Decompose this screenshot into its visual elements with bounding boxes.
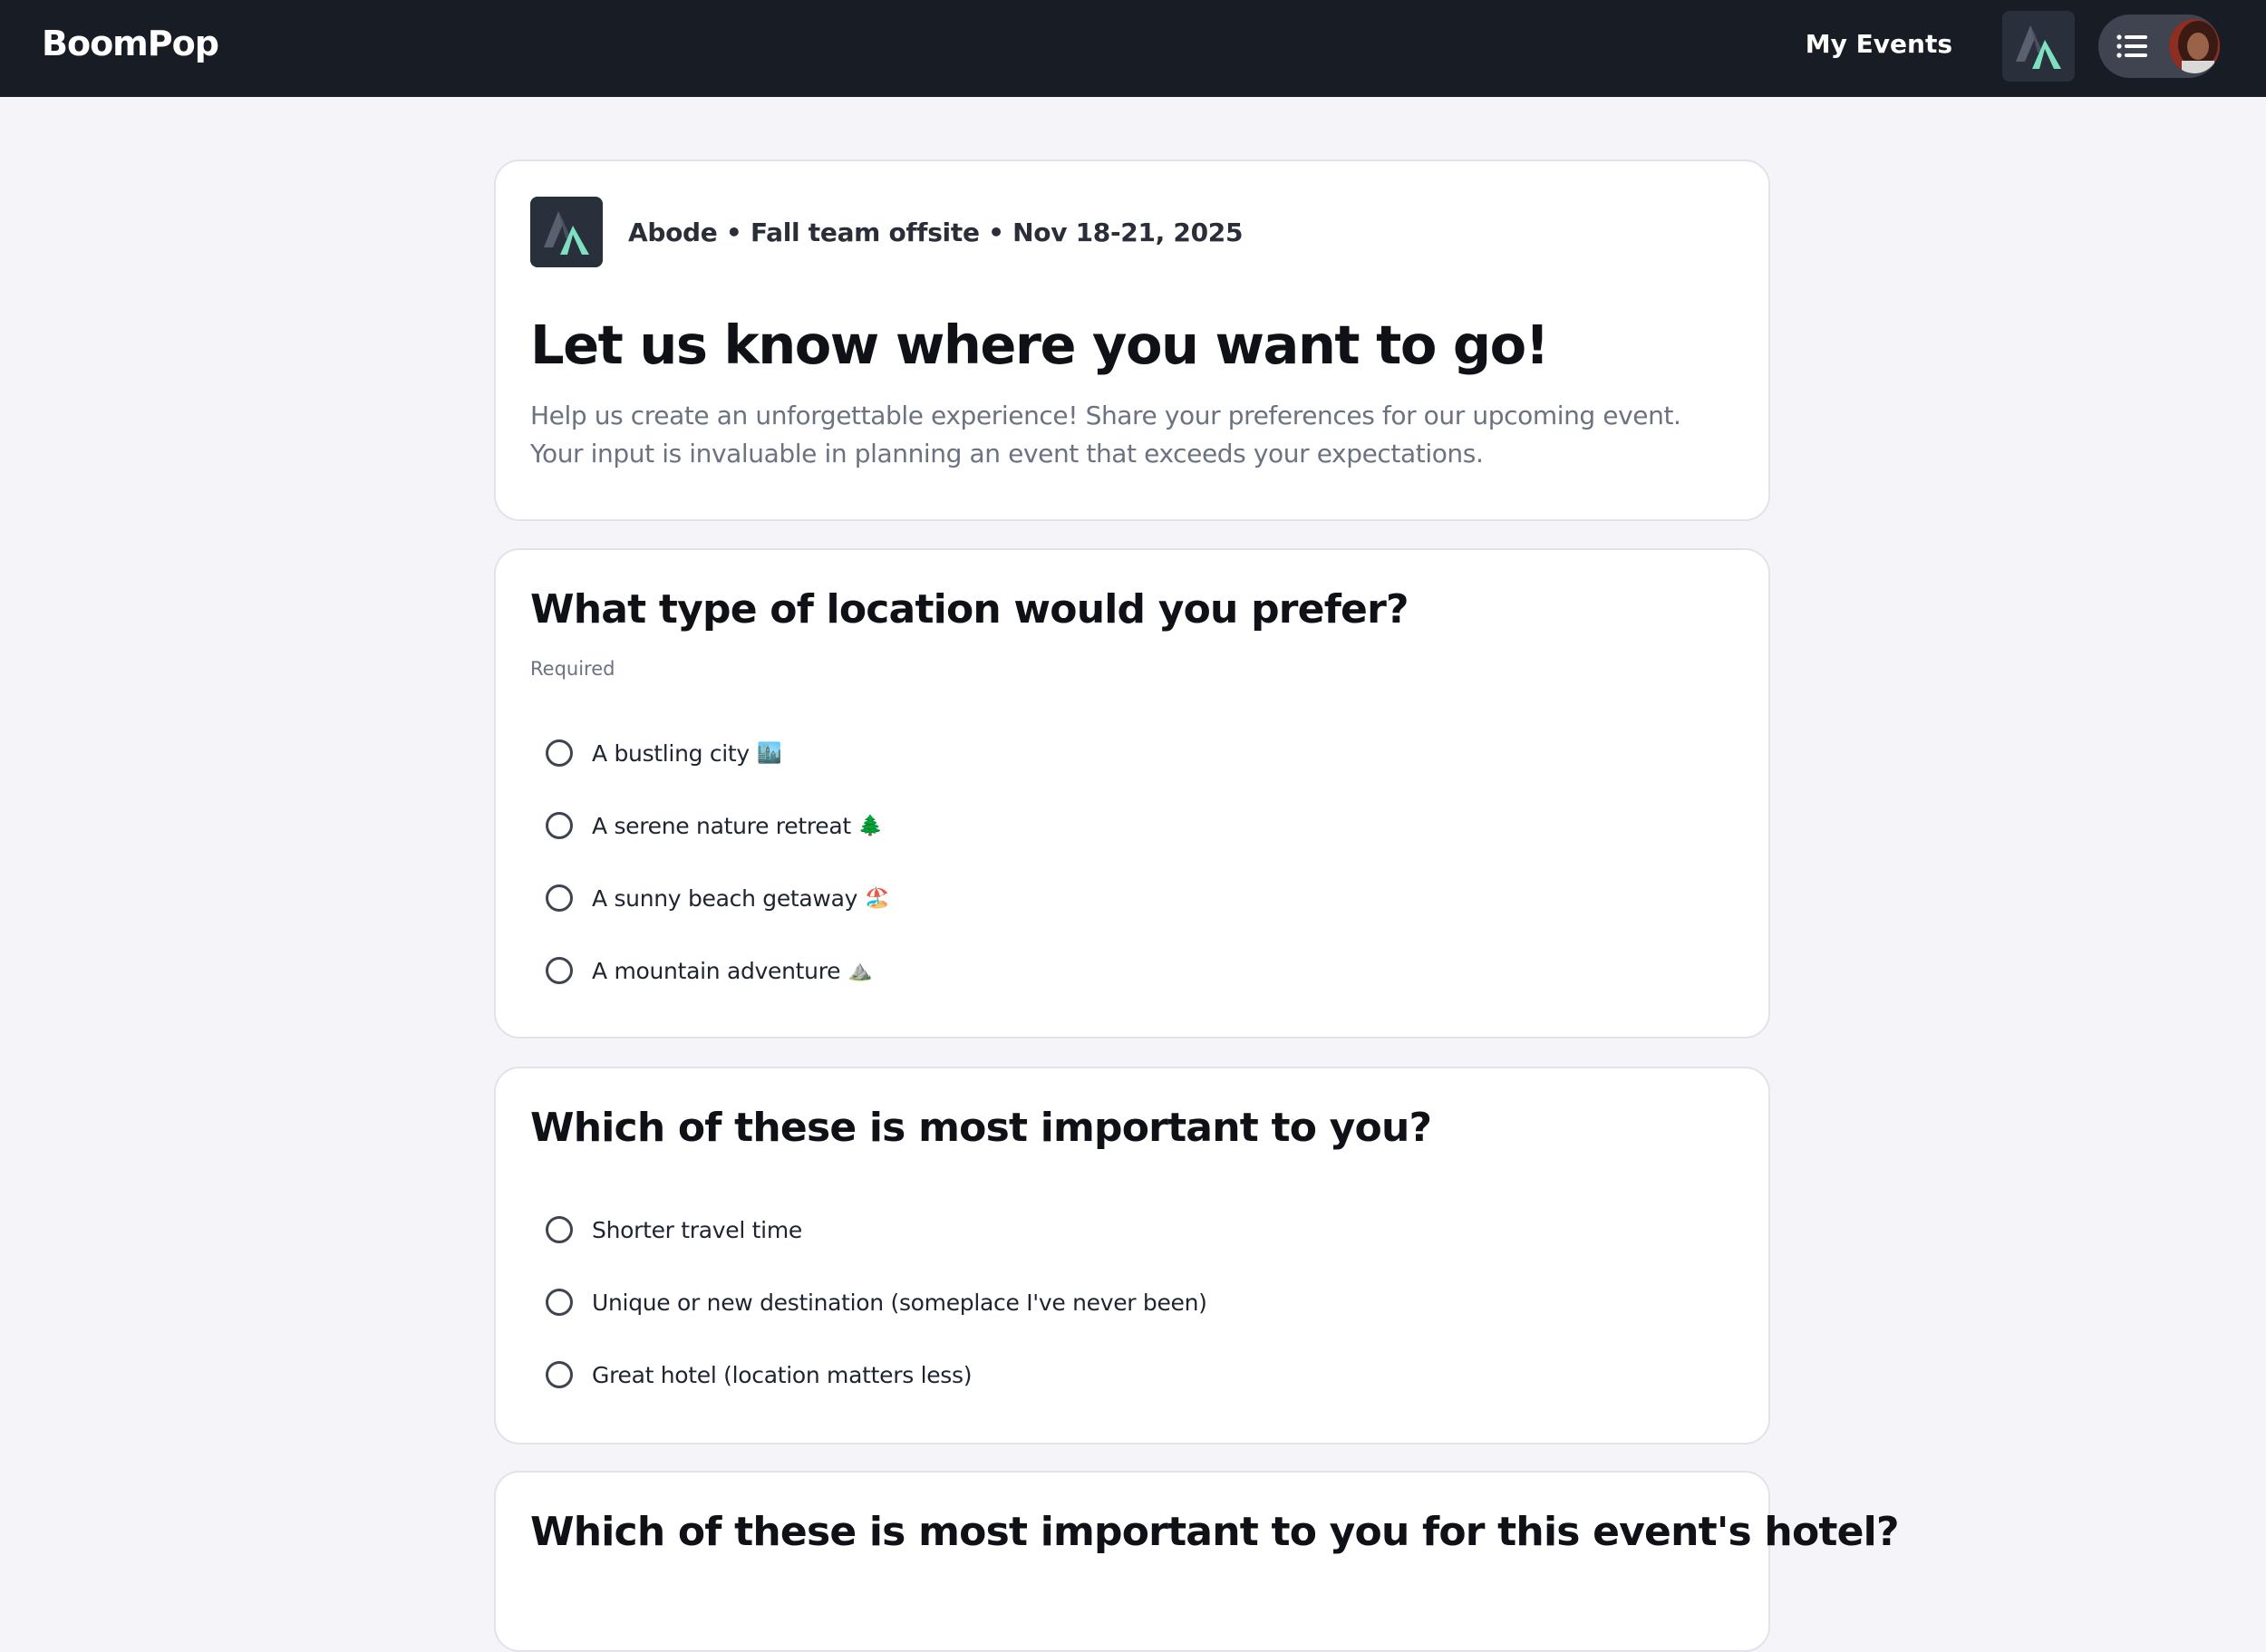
required-label: Required — [530, 658, 615, 680]
tree-icon: 🌲 — [857, 814, 884, 836]
brand-logo[interactable]: BoomPop — [42, 24, 219, 63]
option-bustling-city[interactable]: A bustling city 🏙️ — [546, 733, 781, 773]
option-unique-destination[interactable]: Unique or new destination (someplace I'v… — [546, 1282, 1207, 1322]
radio-button[interactable] — [546, 812, 573, 839]
top-navbar: BoomPop My Events — [0, 0, 2266, 97]
org-switcher-button[interactable] — [2002, 11, 2075, 82]
option-mountain-adventure[interactable]: A mountain adventure ⛰️ — [546, 951, 873, 990]
question-card-importance: Which of these is most important to you?… — [494, 1067, 1770, 1444]
option-label: Shorter travel time — [592, 1216, 802, 1243]
option-label: A sunny beach getaway — [592, 884, 858, 912]
intro-card: Abode • Fall team offsite • Nov 18-21, 2… — [494, 159, 1770, 521]
event-meta: Abode • Fall team offsite • Nov 18-21, 2… — [628, 217, 1244, 247]
abode-logo-icon — [2016, 25, 2061, 69]
radio-button[interactable] — [546, 1216, 573, 1243]
radio-button[interactable] — [546, 1289, 573, 1316]
radio-button[interactable] — [546, 739, 573, 767]
option-label: Great hotel (location matters less) — [592, 1361, 973, 1388]
beach-icon: 🏖️ — [865, 886, 890, 909]
user-avatar — [2169, 19, 2220, 73]
option-beach-getaway[interactable]: A sunny beach getaway 🏖️ — [546, 878, 890, 918]
option-label: A serene nature retreat — [592, 812, 851, 839]
option-great-hotel[interactable]: Great hotel (location matters less) — [546, 1355, 973, 1395]
option-label: Unique or new destination (someplace I'v… — [592, 1289, 1207, 1316]
user-menu-button[interactable] — [2098, 14, 2220, 78]
abode-logo-icon — [544, 211, 589, 255]
question-title: What type of location would you prefer? — [530, 586, 1409, 633]
radio-button[interactable] — [546, 884, 573, 912]
question-card-hotel-importance: Which of these is most important to you … — [494, 1471, 1899, 1652]
option-shorter-travel[interactable]: Shorter travel time — [546, 1210, 802, 1250]
radio-button[interactable] — [546, 1361, 573, 1388]
mountain-icon: ⛰️ — [847, 959, 873, 981]
option-nature-retreat[interactable]: A serene nature retreat 🌲 — [546, 806, 883, 845]
radio-button[interactable] — [546, 957, 573, 984]
question-title: Which of these is most important to you … — [530, 1509, 1899, 1555]
option-label: A bustling city — [592, 739, 750, 767]
event-org-logo — [530, 197, 603, 267]
hamburger-menu-icon — [2116, 34, 2147, 59]
question-title: Which of these is most important to you? — [530, 1105, 1432, 1151]
option-label: A mountain adventure — [592, 957, 841, 984]
question-card-location-type: What type of location would you prefer? … — [494, 548, 1770, 1039]
my-events-link[interactable]: My Events — [1806, 29, 1952, 59]
page-description: Help us create an unforgettable experien… — [530, 401, 1681, 469]
page-title: Let us know where you want to go! — [530, 314, 1550, 376]
city-icon: 🏙️ — [756, 741, 782, 764]
